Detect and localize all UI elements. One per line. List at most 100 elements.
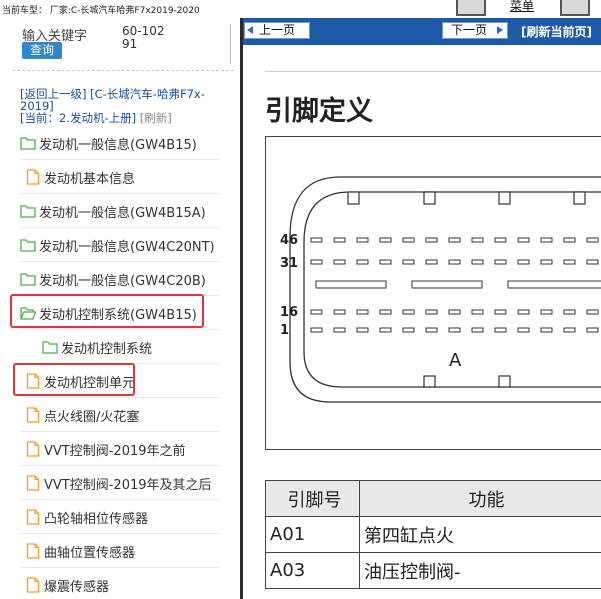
pin-slot — [310, 327, 323, 333]
tree-item-label: VVT控制阀-2019年及其之后 — [44, 478, 212, 493]
pin-slot — [448, 309, 461, 315]
tree-item[interactable]: 发动机控制系统 — [20, 330, 220, 364]
pin-cell: A03 — [265, 552, 360, 589]
pin-slot — [310, 259, 323, 265]
pin-slot — [563, 237, 576, 243]
tree-item[interactable]: 发动机基本信息 — [20, 160, 220, 194]
prev-page-button[interactable]: 上一页 — [244, 22, 310, 39]
pin-slot — [425, 309, 438, 315]
document-icon — [26, 475, 42, 491]
tree-item-label: 爆震传感器 — [44, 580, 110, 595]
connector-outline — [289, 176, 601, 403]
current-section-link[interactable]: [当前：2.发动机-上册] — [20, 111, 136, 125]
pin-slot — [563, 259, 576, 265]
tree-item-label: 凸轮轴相位传感器 — [44, 512, 149, 527]
menu-link[interactable]: 菜单 — [510, 0, 534, 14]
tree-item[interactable]: VVT控制阀-2019年之前 — [20, 432, 220, 466]
document-icon — [26, 543, 42, 559]
refresh-link[interactable]: [刷新] — [140, 111, 172, 125]
pin-slot — [379, 237, 392, 243]
prev-page-label: 上一页 — [259, 23, 296, 37]
pin-slot — [402, 327, 415, 333]
arrow-left-icon — [247, 26, 253, 34]
tree-item[interactable]: 发动机一般信息(GW4C20NT) — [20, 228, 220, 262]
pin-slot — [425, 327, 438, 333]
pin-slot — [471, 309, 484, 315]
current-vehicle-label: 当前车型： 厂家:C-长城汽车哈弗F7x2019-2020 — [2, 6, 200, 16]
pin-slot — [471, 237, 484, 243]
refresh-page-link[interactable]: [刷新当前页] — [521, 23, 592, 40]
pin-definition-table: 引脚号 功能 A01 第四缸点火 A03 油压控制阀- — [265, 480, 601, 589]
folder-icon — [42, 339, 58, 354]
document-header-rule — [265, 71, 601, 72]
left-panel: 输入关键字 查询 60-10291 [返回上一级] [C-长城汽车-哈弗F7x-… — [0, 18, 240, 599]
tree-item[interactable]: 爆震传感器 — [20, 568, 220, 599]
pin-rows — [310, 237, 601, 333]
pin-slot — [333, 327, 346, 333]
pin-slot — [333, 237, 346, 243]
document-icon — [26, 441, 42, 457]
pin-slot — [356, 259, 369, 265]
pin-slot — [540, 309, 553, 315]
table-header-row: 引脚号 功能 — [265, 480, 601, 517]
next-page-label: 下一页 — [451, 23, 488, 37]
pin-slot — [517, 309, 530, 315]
breadcrumb: [返回上一级] [C-长城汽车-哈弗F7x-2019] [当前：2.发动机-上册… — [20, 88, 230, 124]
tree-item-label: 点火线圈/火花塞 — [44, 410, 140, 425]
tree-item-label: VVT控制阀-2019年之前 — [44, 444, 186, 459]
pin-slot — [471, 327, 484, 333]
folder-icon — [20, 135, 36, 150]
toolbar-icon-button[interactable] — [560, 0, 590, 16]
tree-item[interactable]: 发动机一般信息(GW4B15) — [20, 126, 220, 160]
highlight-box-engine-control-system — [10, 294, 204, 328]
tree-item[interactable]: 曲轴位置传感器 — [20, 534, 220, 568]
tree-item-label: 发动机一般信息(GW4C20B) — [39, 274, 206, 289]
tree-item[interactable]: VVT控制阀-2019年及其之后 — [20, 466, 220, 500]
pin-slot — [310, 237, 323, 243]
right-panel: 上一页 下一页 [刷新当前页] 引脚定义 46 31 16 1 A 引脚号 功能… — [243, 18, 601, 599]
pin-row-label: 46 — [280, 233, 298, 248]
pin-slot — [448, 259, 461, 265]
pin-slot — [448, 327, 461, 333]
wide-pin-slot — [315, 280, 387, 289]
query-button[interactable]: 查询 — [22, 42, 62, 59]
latch-tab — [573, 191, 586, 205]
tree-item[interactable]: 发动机一般信息(GW4C20B) — [20, 262, 220, 296]
tree-item[interactable]: 凸轮轴相位传感器 — [20, 500, 220, 534]
column-header-function: 功能 — [359, 480, 601, 517]
arrow-right-icon — [497, 26, 503, 34]
pin-slot — [402, 309, 415, 315]
function-cell: 第四缸点火 — [359, 516, 601, 553]
connector-bottom-tabs — [423, 375, 511, 388]
pin-slot — [379, 259, 392, 265]
connector-latch-tabs — [347, 191, 586, 205]
pin-slot — [471, 259, 484, 265]
tree-item[interactable]: 发动机一般信息(GW4B15A) — [20, 194, 220, 228]
tree-item[interactable]: 点火线圈/火花塞 — [20, 398, 220, 432]
pin-slot — [402, 237, 415, 243]
search-divider — [230, 24, 231, 64]
menu-icon-button[interactable] — [456, 0, 486, 16]
connector-id-label: A — [449, 350, 462, 371]
function-cell: 油压控制阀- — [359, 552, 601, 589]
pin-slot — [540, 259, 553, 265]
tree-item-label: 发动机一般信息(GW4B15A) — [39, 206, 206, 221]
pin-slot — [586, 309, 599, 315]
pin-slot — [379, 309, 392, 315]
pin-slot — [356, 237, 369, 243]
page-nav-bar: 上一页 下一页 [刷新当前页] — [243, 18, 601, 45]
pin-row-labels: 46 31 16 1 — [280, 233, 298, 338]
pin-slot — [517, 237, 530, 243]
document-icon — [26, 407, 42, 423]
table-row: A03 油压控制阀- — [265, 552, 601, 589]
pin-slot — [448, 237, 461, 243]
pin-slot — [310, 309, 323, 315]
pin-slot — [494, 327, 507, 333]
pin-slot — [540, 327, 553, 333]
pin-slot — [425, 259, 438, 265]
pin-slot — [333, 309, 346, 315]
next-page-button[interactable]: 下一页 — [442, 22, 508, 39]
connector-diagram-frame: 46 31 16 1 A — [265, 136, 601, 450]
tree-item-label: 发动机一般信息(GW4B15) — [39, 138, 197, 153]
tree-item-label: 发动机一般信息(GW4C20NT) — [39, 240, 215, 255]
